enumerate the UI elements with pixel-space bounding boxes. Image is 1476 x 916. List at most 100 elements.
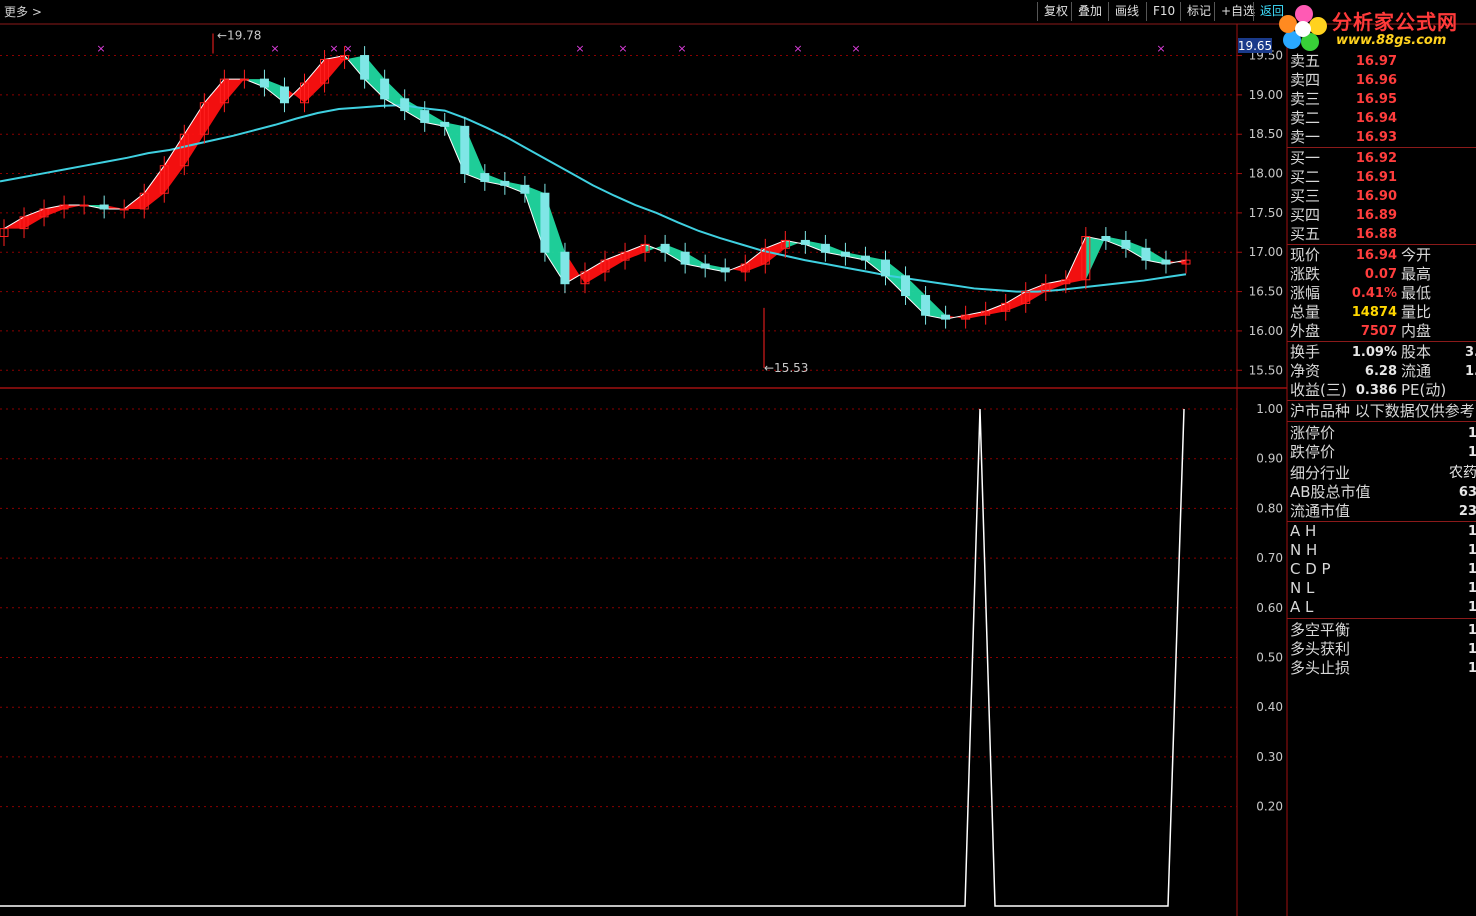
price-axis-label: 17.50 — [1249, 206, 1283, 220]
sell-4-row: 卖四 16.96 — [1287, 71, 1476, 90]
sell-2-row: 卖二 16.94 — [1287, 109, 1476, 128]
balance-label: 多头止损 — [1290, 659, 1351, 677]
candle-down — [901, 275, 911, 297]
fund-row: 净资 6.28 流通 1. — [1287, 362, 1476, 381]
ribbon-up-segment — [985, 303, 1006, 316]
indicator-label: N H — [1290, 541, 1318, 559]
ma-long-line — [0, 104, 1187, 293]
buy-5-price: 16.88 — [1355, 227, 1397, 242]
fund-label: 净资 — [1290, 362, 1321, 380]
stat-label2: 内盘 — [1401, 322, 1432, 340]
buy-4-price: 16.89 — [1355, 208, 1397, 223]
buy-1-label: 买一 — [1290, 149, 1321, 167]
buy-5-row: 买五 16.88 — [1287, 225, 1476, 244]
indicator-axis-label: 1.00 — [1256, 402, 1283, 416]
stat-label2: 量比 — [1401, 303, 1432, 321]
candle-down — [860, 255, 870, 261]
indicator-value: 1 — [1467, 581, 1476, 596]
info-header: 沪市品种 以下数据仅供参考 — [1287, 402, 1476, 421]
fund-value2: 1. — [1465, 364, 1476, 379]
info-value: 1 — [1467, 426, 1476, 441]
candle-down — [259, 78, 269, 88]
candle-down — [400, 98, 410, 112]
stat-value: 0.41% — [1351, 286, 1397, 301]
balance-value: 1 — [1467, 642, 1476, 657]
sell-5-label: 卖五 — [1290, 52, 1321, 70]
candle-down — [660, 243, 670, 253]
stat-label2: 最低 — [1401, 284, 1432, 302]
candle-down — [921, 295, 931, 316]
sell-4-label: 卖四 — [1290, 71, 1321, 89]
divider — [1287, 244, 1476, 245]
balance-value: 1 — [1467, 623, 1476, 638]
sell-1-row: 卖一 16.93 — [1287, 128, 1476, 147]
logo-url: www.88gs.com — [1336, 33, 1447, 48]
price-axis-label: 16.00 — [1249, 324, 1283, 338]
candle-down — [520, 184, 530, 194]
signal-marker: × — [575, 42, 584, 55]
stat-row: 涨跌 0.07 最高 — [1287, 265, 1476, 284]
sell-1-price: 16.93 — [1355, 130, 1397, 145]
fund-value2: 3. — [1465, 345, 1476, 360]
buy-4-label: 买四 — [1290, 206, 1321, 224]
candle-up — [79, 204, 89, 207]
ribbon-up-segment — [24, 208, 45, 229]
stat-row: 现价 16.94 今开 — [1287, 246, 1476, 265]
stat-label: 现价 — [1290, 246, 1321, 264]
price-axis-label: 17.00 — [1249, 245, 1283, 259]
buy-3-row: 买三 16.90 — [1287, 187, 1476, 206]
ribbon-up-segment — [605, 252, 626, 272]
fund-label: 换手 — [1290, 343, 1321, 361]
logo-title: 分析家公式网 — [1332, 10, 1458, 34]
info-label: 跌停价 — [1290, 443, 1336, 461]
buy-3-label: 买三 — [1290, 187, 1321, 205]
stat-value: 16.94 — [1355, 248, 1397, 263]
info-value: 63 — [1458, 485, 1476, 500]
ribbon-up-segment — [1025, 283, 1046, 304]
indicator-label: A H — [1290, 522, 1317, 540]
stat-label2: 最高 — [1401, 265, 1432, 283]
candle-down — [941, 314, 951, 320]
price-axis-label: 18.00 — [1249, 167, 1283, 181]
indicator-label: A L — [1290, 598, 1314, 616]
buy-1-row: 买一 16.92 — [1287, 149, 1476, 168]
indicator-value: 1 — [1467, 600, 1476, 615]
info-label: 流通市值 — [1290, 502, 1351, 520]
price-axis-label: 19.00 — [1249, 88, 1283, 102]
candle-down — [1101, 236, 1111, 241]
price-axis-label: 15.50 — [1249, 363, 1283, 377]
ribbon-down-segment — [1085, 236, 1106, 280]
buy-2-price: 16.91 — [1355, 170, 1397, 185]
balance-row: 多空平衡 1 — [1287, 621, 1476, 640]
fund-label2: 流通 — [1401, 362, 1432, 380]
candle-down — [99, 204, 109, 210]
info-header-text: 沪市品种 以下数据仅供参考 — [1290, 402, 1475, 420]
buy-2-label: 买二 — [1290, 168, 1321, 186]
indicator-value: 1 — [1467, 543, 1476, 558]
fund-value: 0.386 — [1355, 383, 1397, 398]
indicator-axis-label: 0.60 — [1256, 601, 1283, 615]
info-value: 1 — [1467, 445, 1476, 460]
candle-down — [420, 110, 430, 123]
info-row: 跌停价 1 — [1287, 443, 1476, 462]
sell-4-price: 16.96 — [1355, 73, 1397, 88]
signal-marker: × — [343, 42, 352, 55]
divider — [1287, 341, 1476, 342]
candle-down — [560, 251, 570, 285]
divider — [1287, 618, 1476, 619]
candle-down — [1141, 247, 1151, 261]
stat-label: 外盘 — [1290, 322, 1321, 340]
balance-value: 1 — [1467, 661, 1476, 676]
signal-marker: × — [618, 42, 627, 55]
ribbon-up-segment — [304, 59, 325, 103]
info-label: AB股总市值 — [1290, 483, 1371, 501]
buy-4-row: 买四 16.89 — [1287, 206, 1476, 225]
divider — [1287, 400, 1476, 401]
stat-label: 涨跌 — [1290, 265, 1321, 283]
sell-3-row: 卖三 16.95 — [1287, 90, 1476, 109]
candle-down — [720, 267, 730, 273]
signal-marker: × — [677, 42, 686, 55]
candle-down — [800, 239, 810, 245]
indicator-label: C D P — [1290, 560, 1331, 578]
kline-chart[interactable]: 19.5019.0018.5018.0017.5017.0016.5016.00… — [0, 0, 1476, 916]
